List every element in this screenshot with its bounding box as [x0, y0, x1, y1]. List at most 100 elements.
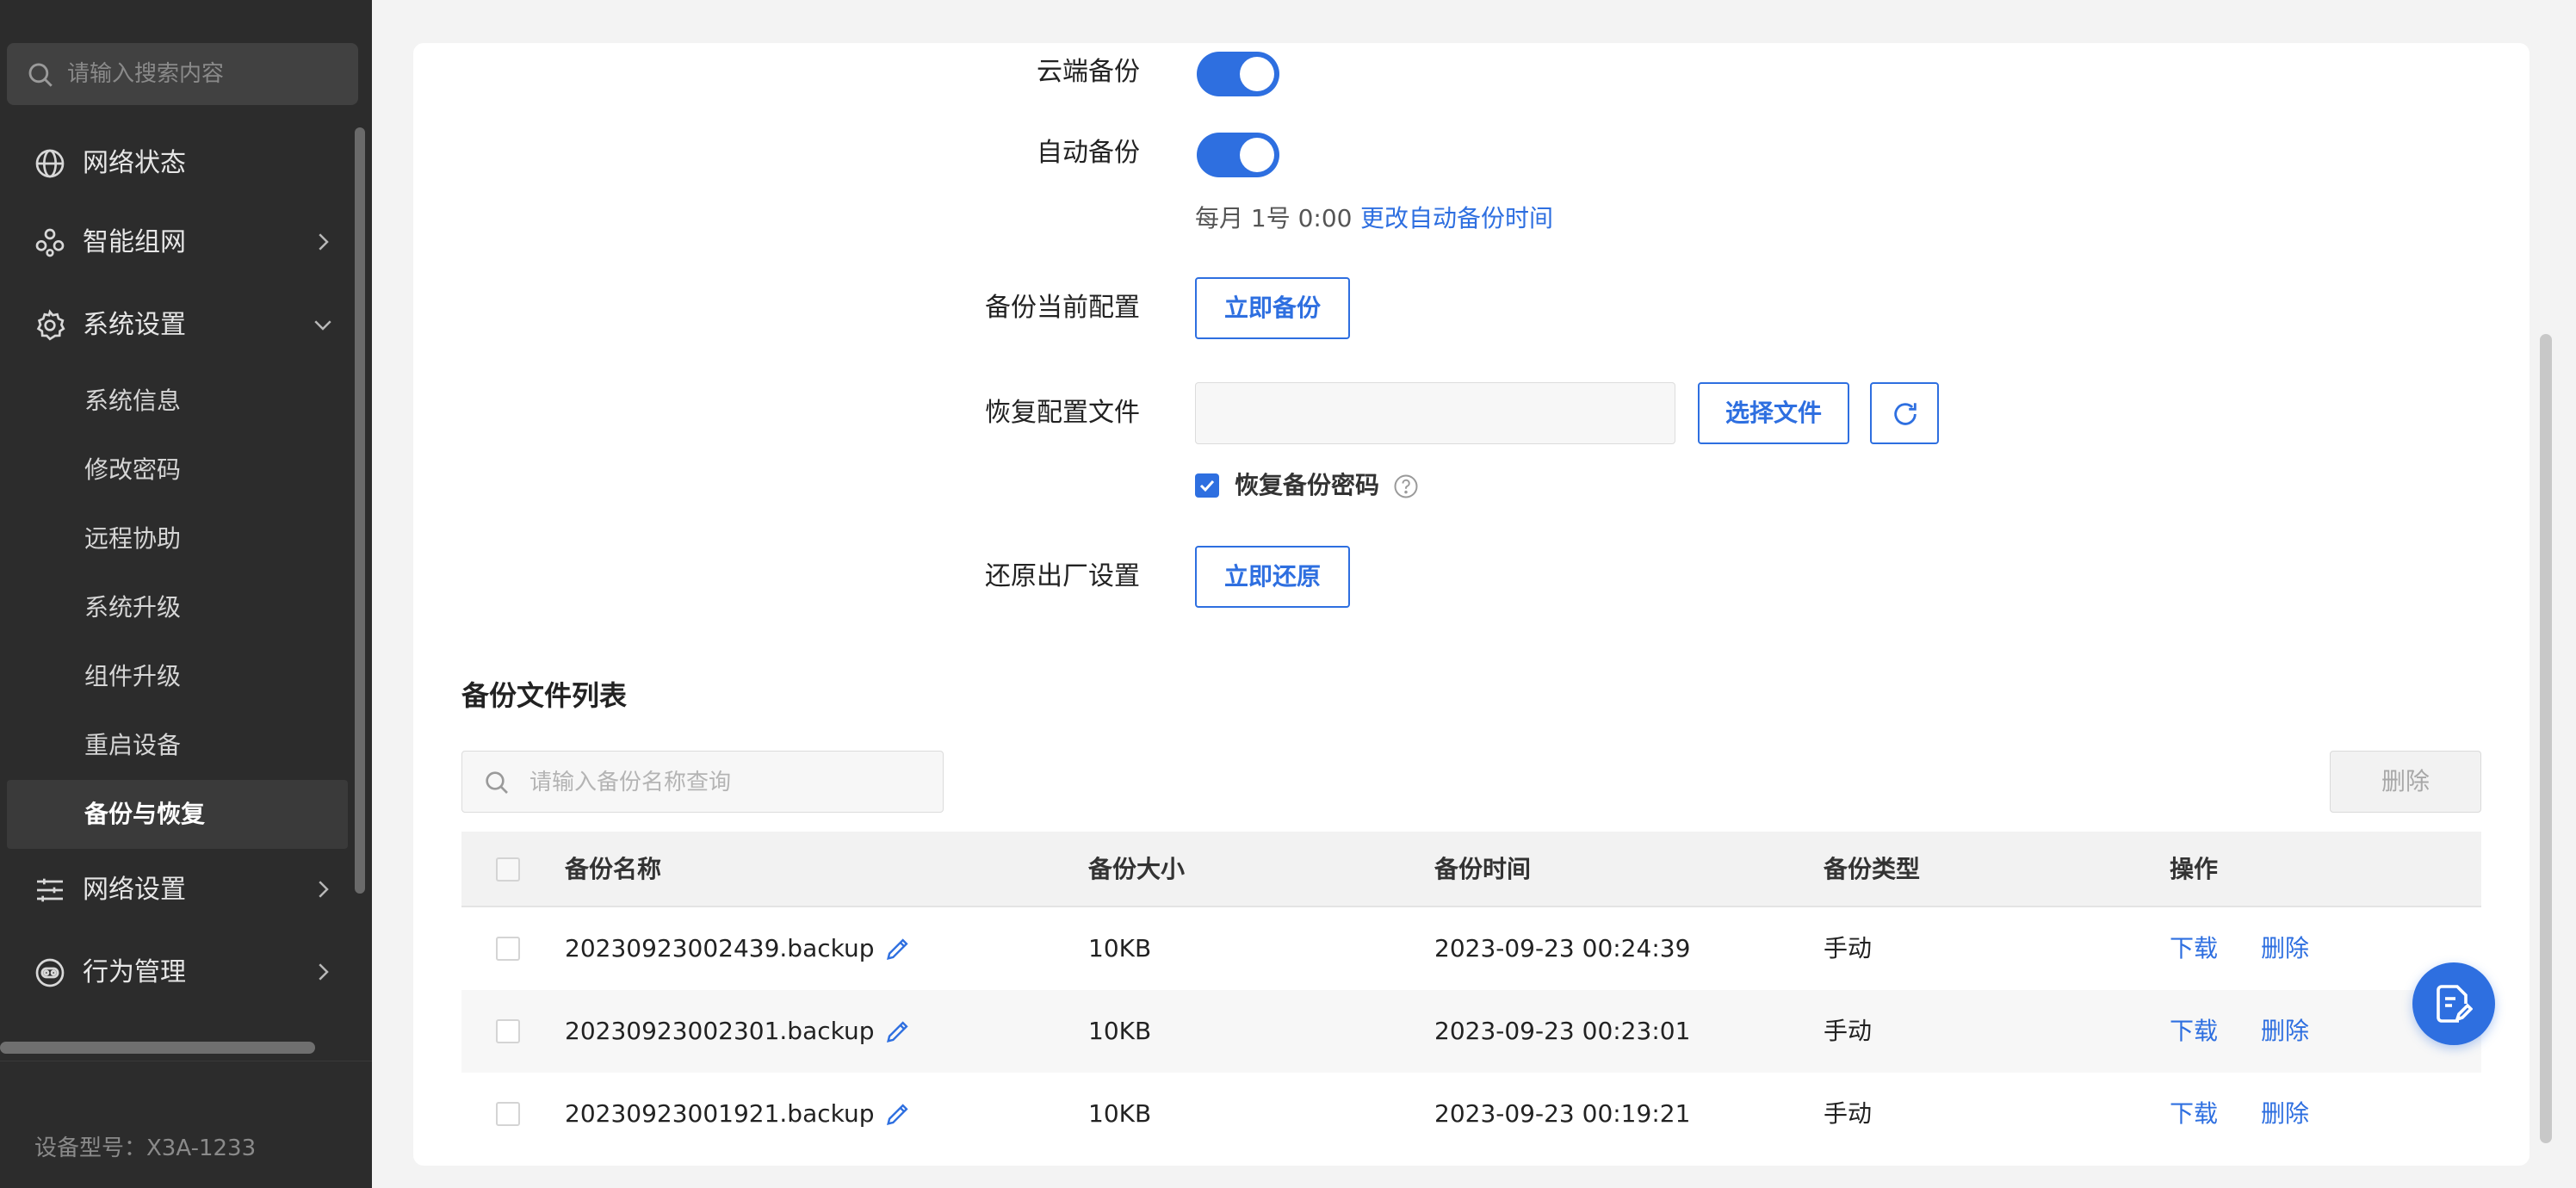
sidebar-item-label: 网络设置 [83, 875, 186, 905]
sidebar-search-input[interactable]: 请输入搜索内容 [7, 43, 358, 105]
row-checkbox[interactable] [496, 1102, 520, 1126]
backup-size: 10KB [1088, 1017, 1152, 1045]
backup-type: 手动 [1824, 934, 1873, 962]
sidebar-subitem-reboot[interactable]: 重启设备 [7, 711, 348, 780]
sidebar-subitem-label: 重启设备 [84, 731, 182, 759]
device-model-text: 设备型号：X3A-1233 [34, 1135, 257, 1161]
document-edit-icon [2437, 985, 2473, 1023]
backup-time: 2023-09-23 00:19:21 [1434, 1099, 1691, 1128]
sidebar-subitem-backup-restore[interactable]: 备份与恢复 [7, 780, 348, 849]
auto-backup-toggle[interactable] [1197, 133, 1279, 177]
sidebar-item-label: 系统设置 [83, 310, 186, 340]
sliders-icon [37, 878, 63, 902]
factory-reset-label: 还原出厂设置 [985, 561, 1140, 591]
sidebar-subitem-component-upgrade[interactable]: 组件升级 [7, 642, 348, 711]
auto-backup-label: 自动备份 [1037, 138, 1140, 168]
sidebar-item-network-status[interactable]: 网络状态 [7, 129, 351, 198]
backup-now-button[interactable]: 立即备份 [1195, 277, 1350, 339]
restore-password-checkbox[interactable] [1195, 473, 1219, 498]
backup-current-label: 备份当前配置 [985, 293, 1140, 323]
edit-pencil-icon[interactable] [883, 934, 913, 963]
chevron-down-icon [314, 320, 331, 331]
chevron-right-icon [319, 963, 329, 981]
refresh-button[interactable] [1870, 382, 1939, 444]
sidebar-subitem-remote-assist[interactable]: 远程协助 [7, 504, 348, 573]
sidebar-subitem-label: 远程协助 [84, 524, 182, 553]
toggle-knob [1240, 138, 1274, 172]
table-row: 20230923001921.backup 10KB 2023-09-23 00… [461, 1073, 2481, 1155]
restore-now-button[interactable]: 立即还原 [1195, 546, 1350, 608]
backup-time: 2023-09-23 00:24:39 [1434, 934, 1691, 962]
backup-name: 20230923001921.backup [565, 1099, 875, 1128]
backup-name: 20230923002301.backup [565, 1017, 875, 1045]
help-icon[interactable] [1393, 473, 1419, 499]
change-schedule-link[interactable]: 更改自动备份时间 [1360, 203, 1553, 234]
feedback-fab-button[interactable] [2412, 962, 2495, 1045]
chevron-right-icon [319, 233, 329, 251]
download-link[interactable]: 下载 [2170, 1099, 2218, 1128]
sidebar: 请输入搜索内容 网络状态 智能组网 系统设置 系统信息 修改密码 远程协助 系统… [0, 0, 372, 1188]
sidebar-horizontal-scrollbar[interactable] [0, 1042, 315, 1054]
sidebar-item-smart-mesh[interactable]: 智能组网 [7, 208, 351, 277]
restore-password-label: 恢复备份密码 [1235, 471, 1380, 499]
column-header-type: 备份类型 [1824, 855, 1921, 883]
sidebar-item-label: 行为管理 [83, 957, 186, 987]
search-icon [28, 63, 53, 87]
sidebar-subitem-label: 系统信息 [84, 387, 182, 415]
column-header-time: 备份时间 [1434, 855, 1532, 883]
edit-pencil-icon[interactable] [883, 1099, 913, 1129]
backup-size: 10KB [1088, 1099, 1152, 1128]
restore-file-input[interactable] [1195, 382, 1675, 444]
column-header-name: 备份名称 [565, 855, 662, 883]
backup-type: 手动 [1824, 1099, 1873, 1128]
behavior-control-icon [35, 958, 65, 987]
restore-file-label: 恢复配置文件 [985, 398, 1140, 428]
sidebar-item-behavior-management[interactable]: 行为管理 [7, 938, 351, 1007]
row-checkbox[interactable] [496, 1019, 520, 1043]
sidebar-subitem-label: 修改密码 [84, 455, 182, 484]
checkmark-icon [1199, 480, 1215, 492]
sidebar-item-label: 网络状态 [83, 148, 186, 178]
gear-icon [36, 309, 65, 341]
search-placeholder: 请输入备份名称查询 [529, 770, 732, 795]
choose-file-button[interactable]: 选择文件 [1698, 382, 1849, 444]
row-checkbox[interactable] [496, 937, 520, 961]
cloud-backup-label: 云端备份 [1037, 57, 1140, 87]
backup-search-input[interactable]: 请输入备份名称查询 [461, 751, 944, 813]
download-link[interactable]: 下载 [2170, 934, 2218, 962]
delete-link[interactable]: 删除 [2261, 934, 2309, 962]
download-link[interactable]: 下载 [2170, 1017, 2218, 1045]
table-header: 备份名称 备份大小 备份时间 备份类型 操作 [461, 832, 2481, 907]
sidebar-subitem-label: 组件升级 [84, 662, 182, 690]
backup-type: 手动 [1824, 1017, 1873, 1045]
table-row: 20230923002439.backup 10KB 2023-09-23 00… [461, 907, 2481, 990]
backup-time: 2023-09-23 00:23:01 [1434, 1017, 1691, 1045]
main-vertical-scrollbar[interactable] [2540, 334, 2552, 1143]
sidebar-subitem-change-password[interactable]: 修改密码 [7, 436, 348, 504]
select-all-checkbox[interactable] [496, 857, 520, 882]
chevron-right-icon [319, 881, 329, 898]
cloud-backup-toggle[interactable] [1197, 52, 1279, 96]
sidebar-subitem-label: 系统升级 [84, 593, 182, 622]
backup-list-title: 备份文件列表 [461, 679, 628, 712]
sidebar-subitem-system-upgrade[interactable]: 系统升级 [7, 573, 348, 642]
refresh-icon [1894, 403, 1917, 425]
sidebar-item-label: 智能组网 [83, 227, 186, 257]
sidebar-subitem-label: 备份与恢复 [84, 800, 206, 828]
table-row: 20230923002301.backup 10KB 2023-09-23 00… [461, 990, 2481, 1073]
backup-table: 备份名称 备份大小 备份时间 备份类型 操作 20230923002439.ba… [461, 832, 2481, 1155]
globe-icon [35, 149, 65, 178]
sidebar-item-system-settings[interactable]: 系统设置 [7, 291, 351, 360]
edit-pencil-icon[interactable] [883, 1017, 913, 1046]
backup-name: 20230923002439.backup [565, 934, 875, 962]
toggle-knob [1240, 57, 1274, 91]
sidebar-vertical-scrollbar[interactable] [355, 127, 365, 894]
delete-link[interactable]: 删除 [2261, 1017, 2309, 1045]
bulk-delete-button[interactable]: 删除 [2330, 751, 2481, 813]
delete-link[interactable]: 删除 [2261, 1099, 2309, 1128]
search-icon [486, 771, 508, 794]
sidebar-item-network-settings[interactable]: 网络设置 [7, 856, 351, 925]
mesh-network-icon [35, 228, 65, 257]
backup-size: 10KB [1088, 934, 1152, 962]
sidebar-subitem-system-info[interactable]: 系统信息 [7, 367, 348, 436]
